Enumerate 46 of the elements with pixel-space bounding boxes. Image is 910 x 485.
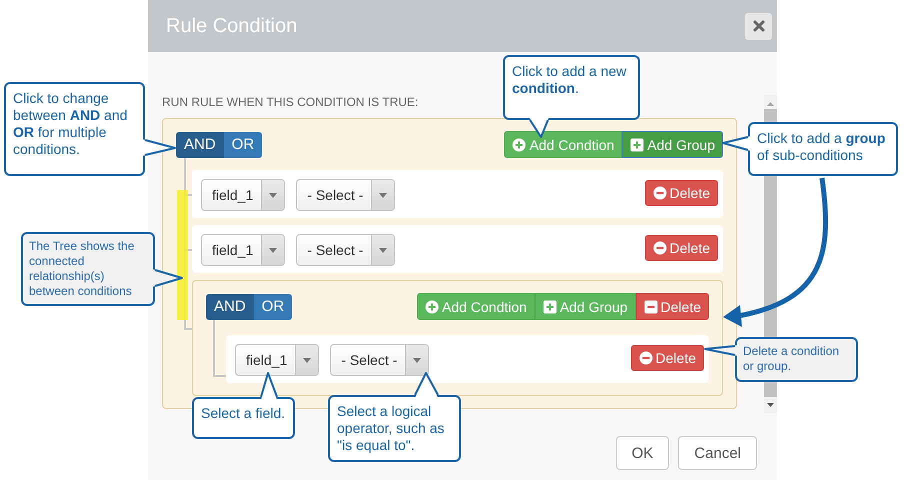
caret-icon: [379, 248, 388, 252]
caret-icon: [303, 358, 312, 362]
operator-dropdown[interactable]: - Select -: [296, 234, 396, 266]
field-dropdown[interactable]: field_1: [201, 179, 286, 211]
callout-pointer: [704, 345, 738, 356]
conjunction-toggle[interactable]: OR: [254, 294, 292, 320]
plus-circle-icon: [512, 138, 526, 152]
minus-square-icon: [644, 300, 658, 314]
conjunction-toggle[interactable]: AND: [206, 294, 254, 320]
field-dropdown[interactable]: field_1: [235, 344, 320, 376]
callout: Delete a condition or group.: [735, 337, 858, 382]
close-button[interactable]: [745, 12, 772, 40]
cancel-button[interactable]: Cancel: [678, 436, 757, 470]
minus-circle-icon: [652, 241, 667, 255]
ok-button[interactable]: OK: [616, 436, 670, 470]
plus-square-icon: [630, 138, 644, 152]
minus-circle-icon: [652, 186, 667, 200]
callout: Click to change between AND and OR for multiple conditions.: [4, 82, 145, 176]
callout: The Tree shows the connected relationship(s) between conditions: [21, 232, 155, 306]
caret-icon: [413, 358, 422, 362]
field-dropdown[interactable]: field_1: [201, 234, 286, 266]
delete-button[interactable]: Delete: [630, 345, 704, 371]
callout-pointer: [152, 269, 183, 287]
plus-circle-icon: [424, 300, 439, 314]
dialog-title: Rule Condition: [166, 14, 298, 38]
delete-group-button[interactable]: Delete: [636, 293, 709, 320]
conjunction-toggle[interactable]: AND: [176, 132, 224, 158]
plus-square-icon: [542, 300, 557, 314]
caret-icon: [269, 248, 278, 252]
operator-dropdown[interactable]: - Select -: [296, 179, 396, 211]
callout-pointer: [529, 117, 549, 138]
operator-dropdown[interactable]: - Select -: [330, 344, 430, 376]
callout: Click to add a group of sub-conditions: [748, 122, 898, 176]
delete-button[interactable]: Delete: [644, 235, 718, 261]
minus-circle-icon: [638, 351, 653, 365]
callout-pointer: [722, 136, 751, 151]
conjunction-toggle[interactable]: OR: [224, 132, 262, 158]
callout: Select a logical operator, such as "is equal to".: [328, 395, 461, 462]
caret-icon: [269, 192, 278, 198]
callout: Select a field.: [192, 397, 295, 439]
add-group-button[interactable]: Add Group: [622, 131, 723, 158]
close-icon: [752, 20, 764, 32]
delete-button[interactable]: Delete: [644, 180, 718, 206]
section-heading: RUN RULE WHEN THIS CONDITION IS TRUE:: [162, 95, 420, 109]
callout: Click to add a new condition.: [503, 55, 640, 120]
caret-icon: [379, 192, 388, 198]
